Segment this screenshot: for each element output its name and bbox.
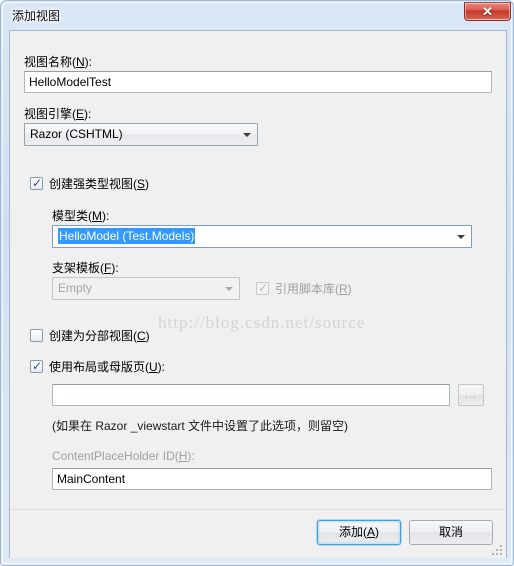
add-button[interactable]: 添加(A) (317, 520, 401, 545)
title-bar[interactable]: 添加视图 ✕ (1, 1, 514, 28)
model-class-label: 模型类(M): (52, 209, 110, 223)
window-title: 添加视图 (12, 9, 61, 23)
chevron-down-icon (225, 286, 233, 291)
model-class-combobox[interactable]: HelloModel (Test.Models) (52, 225, 472, 248)
view-engine-value: Razor (CSHTML) (30, 127, 123, 141)
checkbox-box: ✓ (30, 176, 43, 190)
model-class-value: HelloModel (Test.Models) (58, 228, 196, 244)
scaffold-template-label: 支架模板(F): (52, 261, 119, 275)
strongly-typed-view-label: 创建强类型视图(S) (49, 177, 150, 191)
scaffold-template-value: Empty (58, 281, 93, 295)
dialog-button-bar: 添加(A) 取消 (10, 509, 506, 558)
reference-script-libraries-checkbox[interactable]: ✓ 引用脚本库(R) (256, 280, 352, 297)
view-name-input[interactable]: HelloModelTest (24, 71, 492, 93)
use-layout-page-label: 使用布局或母版页(U): (49, 360, 166, 374)
check-icon: ✓ (32, 359, 43, 373)
dialog-window: 添加视图 ✕ 视图名称(N): HelloModelTest 视图引擎(E): … (0, 0, 514, 566)
resize-grip[interactable] (492, 545, 504, 557)
layout-hint-text: (如果在 Razor _viewstart 文件中设置了此选项，则留空) (52, 419, 349, 433)
checkbox-box (30, 329, 43, 342)
close-icon: ✕ (482, 4, 493, 19)
create-partial-view-checkbox[interactable]: 创建为分部视图(C) (30, 327, 150, 344)
chevron-down-icon (243, 132, 251, 137)
checkbox-box: ✓ (256, 281, 269, 295)
cancel-button[interactable]: 取消 (409, 520, 493, 545)
view-name-label: 视图名称(N): (24, 55, 93, 69)
view-engine-combobox[interactable]: Razor (CSHTML) (24, 123, 258, 146)
scaffold-template-combobox[interactable]: Empty (52, 277, 240, 300)
content-placeholder-input[interactable]: MainContent (52, 468, 492, 490)
watermark-text: http://blog.csdn.net/source (158, 313, 366, 332)
layout-path-input[interactable] (52, 384, 450, 406)
dialog-client-area: 视图名称(N): HelloModelTest 视图引擎(E): Razor (… (9, 30, 507, 558)
reference-script-libraries-label: 引用脚本库(R) (275, 282, 352, 296)
create-partial-view-label: 创建为分部视图(C) (49, 329, 150, 343)
strongly-typed-view-checkbox[interactable]: ✓ 创建强类型视图(S) (30, 175, 149, 192)
dialog-content-pane: 视图名称(N): HelloModelTest 视图引擎(E): Razor (… (10, 31, 506, 509)
chevron-down-icon (457, 234, 465, 239)
view-engine-label: 视图引擎(E): (24, 107, 92, 121)
use-layout-page-checkbox[interactable]: ✓ 使用布局或母版页(U): (30, 358, 165, 375)
content-placeholder-label: ContentPlaceHolder ID(H): (52, 449, 195, 463)
browse-layout-button[interactable]: ... (458, 384, 484, 406)
checkbox-box: ✓ (30, 359, 43, 373)
close-button[interactable]: ✕ (464, 2, 511, 21)
check-icon: ✓ (258, 281, 269, 295)
check-icon: ✓ (32, 176, 43, 190)
